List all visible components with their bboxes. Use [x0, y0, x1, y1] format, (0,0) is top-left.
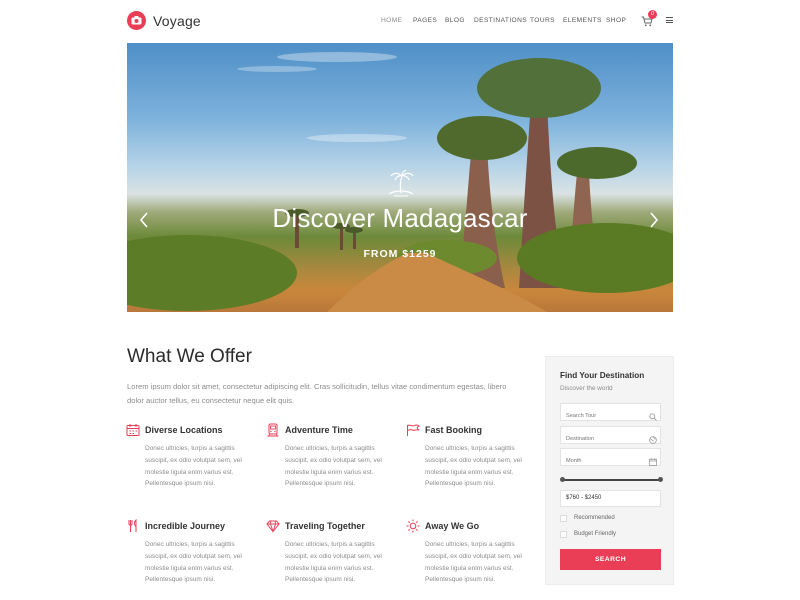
slider-track	[562, 479, 661, 481]
search-tour-field	[560, 403, 661, 424]
camera-icon	[127, 11, 146, 30]
feature-text: Donec ultricies, turpis a sagittis susci…	[425, 445, 522, 488]
logo[interactable]: Voyage	[127, 11, 201, 30]
price-range-slider[interactable]	[560, 477, 663, 483]
widget-subtitle: Discover the world	[560, 385, 613, 392]
train-icon	[266, 423, 280, 437]
cutlery-icon	[126, 518, 140, 533]
month-field	[560, 448, 661, 469]
feature-title: Incredible Journey	[145, 521, 226, 531]
site-header: Voyage HOME PAGES BLOG DESTINATIONS TOUR…	[0, 0, 800, 42]
price-range-value: $760 - $2450	[560, 490, 661, 507]
checkbox[interactable]	[560, 531, 567, 538]
feature-title: Adventure Time	[285, 425, 353, 435]
checkbox[interactable]	[560, 515, 567, 522]
widget-title: Find Your Destination	[560, 371, 645, 380]
month-input[interactable]	[561, 453, 643, 469]
globe-icon	[649, 431, 657, 444]
palm-island-icon	[386, 168, 416, 203]
feature-title: Fast Booking	[425, 425, 483, 435]
nav-item-elements[interactable]: ELEMENTS	[563, 17, 602, 24]
brand-name: Voyage	[153, 12, 201, 29]
nav-item-home[interactable]: HOME	[381, 17, 402, 24]
cart-count-badge: 0	[648, 10, 657, 19]
nav-item-blog[interactable]: BLOG	[445, 17, 465, 24]
option-budget-friendly[interactable]: Budget Friendly	[560, 531, 670, 541]
nav-item-destinations[interactable]: DESTINATIONS	[474, 17, 527, 24]
nav-item-tours[interactable]: TOURS	[530, 17, 555, 24]
feature-text: Donec ultricies, turpis a sagittis susci…	[145, 541, 242, 584]
menu-icon[interactable]	[666, 17, 673, 23]
checkbox-label: Recommended	[574, 515, 615, 521]
feature-text: Donec ultricies, turpis a sagittis susci…	[425, 541, 522, 584]
feature-title: Diverse Locations	[145, 425, 223, 435]
find-destination-widget: Find Your Destination Discover the world…	[545, 356, 674, 585]
feature-text: Donec ultricies, turpis a sagittis susci…	[285, 541, 382, 584]
hero-price: FROM $1259	[363, 248, 437, 260]
slider-min-handle[interactable]	[560, 477, 565, 482]
hero-slider: Discover Madagascar FROM $1259	[127, 43, 673, 312]
diamond-icon	[266, 519, 280, 533]
section-title: What We Offer	[127, 346, 252, 367]
destination-field	[560, 426, 661, 447]
hero-title: Discover Madagascar	[272, 203, 528, 233]
flag-icon	[406, 423, 420, 437]
feature-text: Donec ultricies, turpis a sagittis susci…	[145, 445, 242, 488]
calendar-icon	[649, 453, 657, 466]
calendar-icon	[126, 423, 140, 437]
option-recommended[interactable]: Recommended	[560, 515, 670, 525]
feature-text: Donec ultricies, turpis a sagittis susci…	[285, 445, 382, 488]
section-description: Lorem ipsum dolor sit amet, consectetur …	[127, 382, 507, 405]
feature-title: Traveling Together	[285, 521, 365, 531]
nav-item-pages[interactable]: PAGES	[413, 17, 437, 24]
destination-input[interactable]	[561, 431, 643, 447]
checkbox-label: Budget Friendly	[574, 531, 617, 537]
nav-item-shop[interactable]: SHOP	[606, 17, 626, 24]
slider-max-handle[interactable]	[658, 477, 663, 482]
search-icon[interactable]	[649, 408, 657, 421]
search-button[interactable]: SEARCH	[560, 549, 661, 570]
sun-icon	[406, 519, 420, 533]
feature-title: Away We Go	[425, 521, 480, 531]
search-tour-input[interactable]	[561, 408, 643, 424]
